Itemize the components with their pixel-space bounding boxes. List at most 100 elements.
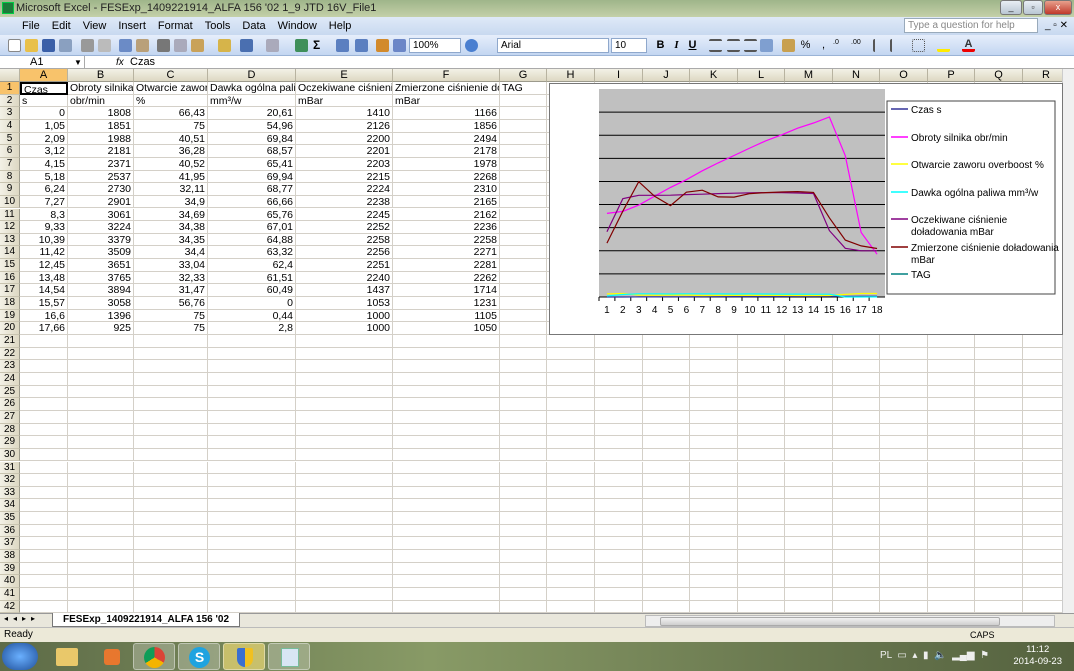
- cell-H28[interactable]: [547, 423, 595, 437]
- cell-B10[interactable]: 2901: [68, 195, 134, 209]
- column-header-F[interactable]: F: [393, 69, 500, 82]
- cell-D4[interactable]: 54,96: [208, 119, 296, 133]
- cell-B27[interactable]: [68, 410, 134, 424]
- cell-G26[interactable]: [500, 398, 547, 411]
- menu-view[interactable]: View: [77, 17, 113, 35]
- column-header-O[interactable]: O: [880, 69, 928, 82]
- cell-Q27[interactable]: [975, 410, 1023, 424]
- cell-Q33[interactable]: [975, 486, 1023, 500]
- cell-L24[interactable]: [738, 372, 785, 386]
- cell-D7[interactable]: 65,41: [208, 157, 296, 171]
- cell-D39[interactable]: [208, 562, 296, 576]
- cell-K23[interactable]: [690, 360, 738, 373]
- cell-A20[interactable]: 17,66: [20, 322, 68, 335]
- cell-A33[interactable]: [20, 486, 68, 500]
- row-header-24[interactable]: 24: [0, 372, 20, 386]
- cell-A25[interactable]: [20, 385, 68, 399]
- cell-K33[interactable]: [690, 486, 738, 500]
- cell-F40[interactable]: [393, 575, 500, 588]
- cell-B32[interactable]: [68, 474, 134, 487]
- cell-B40[interactable]: [68, 575, 134, 588]
- row-header-25[interactable]: 25: [0, 385, 20, 399]
- cell-R33[interactable]: [1023, 487, 1062, 500]
- cell-F35[interactable]: [393, 512, 500, 525]
- cell-E25[interactable]: [296, 385, 393, 399]
- cell-A7[interactable]: 4,15: [20, 157, 68, 171]
- cell-N36[interactable]: [833, 524, 880, 538]
- cell-A18[interactable]: 15,57: [20, 297, 68, 310]
- cell-F5[interactable]: 2494: [393, 132, 500, 146]
- cell-B9[interactable]: 2730: [68, 183, 134, 196]
- cell-A31[interactable]: [20, 461, 68, 475]
- cell-B36[interactable]: [68, 524, 134, 538]
- row-header-3[interactable]: 3: [0, 107, 20, 120]
- cell-Q31[interactable]: [975, 461, 1023, 475]
- cell-A23[interactable]: [20, 360, 68, 373]
- cell-N40[interactable]: [833, 575, 880, 588]
- cell-O35[interactable]: [880, 512, 928, 525]
- cell-G5[interactable]: [500, 132, 547, 146]
- cell-L26[interactable]: [738, 398, 785, 411]
- cell-J27[interactable]: [643, 410, 690, 424]
- cell-H37[interactable]: [547, 537, 595, 551]
- cell-C34[interactable]: [134, 499, 208, 513]
- cell-E2[interactable]: mBar: [296, 94, 393, 108]
- cell-Q28[interactable]: [975, 423, 1023, 437]
- align-left-icon[interactable]: [709, 39, 722, 52]
- cell-M25[interactable]: [785, 385, 833, 399]
- row-header-19[interactable]: 19: [0, 309, 20, 323]
- cell-G37[interactable]: [500, 537, 547, 551]
- increase-indent-icon[interactable]: [890, 39, 903, 52]
- cell-F27[interactable]: [393, 410, 500, 424]
- cell-P35[interactable]: [928, 512, 975, 525]
- row-header-5[interactable]: 5: [0, 132, 20, 146]
- cell-F37[interactable]: [393, 537, 500, 551]
- cell-F7[interactable]: 1978: [393, 157, 500, 171]
- cell-H22[interactable]: [547, 347, 595, 361]
- column-header-M[interactable]: M: [785, 69, 833, 82]
- cell-G38[interactable]: [500, 550, 547, 563]
- cell-K25[interactable]: [690, 385, 738, 399]
- cell-J36[interactable]: [643, 524, 690, 538]
- cell-G33[interactable]: [500, 486, 547, 500]
- cell-B15[interactable]: 3651: [68, 259, 134, 272]
- cell-D42[interactable]: [208, 600, 296, 613]
- cell-L32[interactable]: [738, 474, 785, 487]
- cell-B8[interactable]: 2537: [68, 170, 134, 184]
- cell-B1[interactable]: Obroty silnika: [68, 82, 134, 95]
- cell-F11[interactable]: 2162: [393, 208, 500, 222]
- cell-J33[interactable]: [643, 486, 690, 500]
- cell-J28[interactable]: [643, 423, 690, 437]
- cell-J38[interactable]: [643, 550, 690, 563]
- cell-G21[interactable]: [500, 335, 547, 348]
- cell-F21[interactable]: [393, 335, 500, 348]
- cell-N42[interactable]: [833, 600, 880, 613]
- align-center-icon[interactable]: [727, 39, 740, 52]
- cell-P31[interactable]: [928, 461, 975, 475]
- row-header-27[interactable]: 27: [0, 410, 20, 424]
- cell-L36[interactable]: [738, 524, 785, 538]
- media-player-taskbar-icon[interactable]: [90, 643, 132, 670]
- cell-D21[interactable]: [208, 335, 296, 348]
- cell-J23[interactable]: [643, 360, 690, 373]
- cell-F22[interactable]: [393, 347, 500, 361]
- cell-K28[interactable]: [690, 423, 738, 437]
- cell-C10[interactable]: 34,9: [134, 195, 208, 209]
- cell-B22[interactable]: [68, 347, 134, 361]
- cell-A17[interactable]: 14,54: [20, 284, 68, 298]
- cell-I29[interactable]: [595, 436, 643, 449]
- cell-G9[interactable]: [500, 183, 547, 196]
- cell-N38[interactable]: [833, 550, 880, 563]
- cell-P32[interactable]: [928, 474, 975, 487]
- cell-K30[interactable]: [690, 448, 738, 462]
- fx-icon[interactable]: fx: [116, 56, 124, 69]
- cell-G24[interactable]: [500, 372, 547, 386]
- cell-C17[interactable]: 31,47: [134, 284, 208, 298]
- cell-M32[interactable]: [785, 474, 833, 487]
- cell-E9[interactable]: 2224: [296, 183, 393, 196]
- cell-H40[interactable]: [547, 575, 595, 588]
- row-header-8[interactable]: 8: [0, 170, 20, 184]
- cell-I34[interactable]: [595, 499, 643, 513]
- copy-icon[interactable]: [174, 39, 187, 52]
- cell-K42[interactable]: [690, 600, 738, 613]
